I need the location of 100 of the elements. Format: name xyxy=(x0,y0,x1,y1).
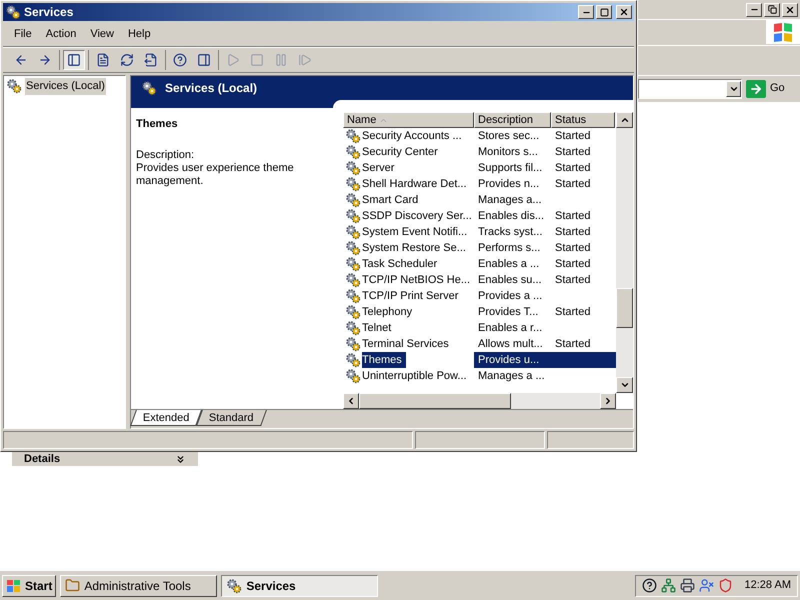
vertical-scrollbar[interactable] xyxy=(616,112,633,393)
table-cell-text: Started xyxy=(554,304,592,320)
table-cell-text: Terminal Services xyxy=(362,336,450,352)
table-cell-text: Provides T... xyxy=(477,304,540,320)
scroll-thumb[interactable] xyxy=(359,393,511,409)
menu-item[interactable]: View xyxy=(83,26,121,43)
table-cell-text: Started xyxy=(554,144,592,160)
start-button[interactable]: Start xyxy=(2,574,56,596)
table-cell-text: Started xyxy=(554,224,592,240)
panel-button[interactable] xyxy=(63,50,85,70)
dropdown-button[interactable] xyxy=(726,80,741,96)
help-icon xyxy=(173,53,187,67)
service-row[interactable]: Uninterruptible Pow... Manages a ... xyxy=(343,368,616,384)
table-cell-text: Tracks syst... xyxy=(477,224,544,240)
service-row[interactable]: SSDP Discovery Ser... Enables dis... Started xyxy=(343,208,616,224)
address-field[interactable] xyxy=(638,78,742,98)
column-header[interactable]: Description xyxy=(474,112,551,128)
restore-icon xyxy=(768,5,776,14)
table-cell-text: Enables dis... xyxy=(477,208,546,224)
table-cell-text: Started xyxy=(554,240,592,256)
gears-icon xyxy=(345,224,361,240)
table-cell-text: Security Center xyxy=(362,144,439,160)
gears-icon xyxy=(345,352,361,368)
menu-item[interactable]: Action xyxy=(38,26,84,43)
clock: 12:28 AM xyxy=(744,578,791,594)
play-icon xyxy=(226,53,240,67)
user-icon[interactable] xyxy=(698,578,714,593)
close-button[interactable] xyxy=(782,2,798,16)
service-row[interactable]: Telephony Provides T... Started xyxy=(343,304,616,320)
table-cell-text: Stores sec... xyxy=(477,128,540,144)
service-row[interactable]: Task Scheduler Enables a ... Started xyxy=(343,256,616,272)
minimize-button[interactable] xyxy=(746,2,762,16)
scroll-left-icon xyxy=(346,396,356,406)
printer-icon[interactable] xyxy=(680,578,695,593)
help-icon[interactable] xyxy=(642,578,657,593)
scroll-thumb[interactable] xyxy=(616,288,633,328)
table-cell-text: TCP/IP Print Server xyxy=(362,288,460,304)
service-row[interactable]: System Restore Se... Performs s... Started xyxy=(343,240,616,256)
taskbar-button[interactable]: Services xyxy=(221,574,378,596)
gears-icon xyxy=(345,160,361,176)
details-panel[interactable]: Details xyxy=(12,452,198,466)
gears-icon xyxy=(345,192,361,208)
close-icon xyxy=(619,7,629,17)
gears-icon xyxy=(345,368,361,384)
shield-icon[interactable] xyxy=(718,578,733,593)
services-icon xyxy=(5,4,21,20)
scroll-right-icon xyxy=(603,396,613,406)
table-cell-text: Started xyxy=(554,176,592,192)
service-row[interactable]: Smart Card Manages a... xyxy=(343,192,616,208)
table-cell-text: System Restore Se... xyxy=(362,240,467,256)
services-icon xyxy=(141,80,157,96)
close-icon xyxy=(785,4,795,14)
service-row[interactable]: Telnet Enables a r... xyxy=(343,320,616,336)
service-row[interactable]: System Event Notifi... Tracks syst... Started xyxy=(343,224,616,240)
service-row[interactable]: Server Supports fil... Started xyxy=(343,160,616,176)
table-cell-text: Uninterruptible Pow... xyxy=(362,368,468,384)
table-cell-text: Security Accounts ... xyxy=(362,128,463,144)
service-row[interactable]: Shell Hardware Det... Provides n... Started xyxy=(343,176,616,192)
table-cell-text: Enables a ... xyxy=(477,256,540,272)
maximize-button[interactable] xyxy=(596,5,612,19)
panel-title: Details xyxy=(24,453,60,465)
arrow-icon xyxy=(749,82,763,96)
document-icon xyxy=(96,53,110,67)
scroll-down-icon xyxy=(620,380,630,390)
stop-icon xyxy=(250,53,264,67)
menu-item[interactable]: File xyxy=(7,26,39,43)
gears-icon xyxy=(345,272,361,288)
table-cell: Themes xyxy=(362,352,406,368)
table-cell-text: Telephony xyxy=(362,304,414,320)
service-row[interactable]: Security Center Monitors s... Started xyxy=(343,144,616,160)
service-title: Themes xyxy=(136,117,179,132)
column-header[interactable]: Status xyxy=(551,112,615,128)
taskbar-button[interactable]: Administrative Tools xyxy=(60,574,218,596)
window-title: Services xyxy=(24,4,74,21)
minimize-button[interactable] xyxy=(578,5,594,19)
close-button[interactable] xyxy=(616,5,632,19)
folder-icon xyxy=(65,578,80,593)
table-cell-text: Enables su... xyxy=(477,272,543,288)
view-tab[interactable]: Extended xyxy=(130,410,202,426)
horizontal-scrollbar[interactable] xyxy=(343,393,616,409)
table-cell-text: Started xyxy=(554,208,592,224)
forward-icon xyxy=(38,53,52,67)
service-row[interactable]: TCP/IP Print Server Provides a ... xyxy=(343,288,616,304)
table-cell-text: Monitors s... xyxy=(477,144,539,160)
gears-icon xyxy=(226,578,242,594)
service-row[interactable]: TCP/IP NetBIOS He... Enables su... Started xyxy=(343,272,616,288)
column-header[interactable]: Name xyxy=(343,112,474,128)
table-cell-text: Provides n... xyxy=(477,176,540,192)
table-cell-text: Enables a r... xyxy=(477,320,544,336)
restore-button[interactable] xyxy=(764,2,780,16)
service-row[interactable]: Security Accounts ... Stores sec... Started xyxy=(343,128,616,144)
description-label: Description: xyxy=(136,148,196,162)
menu-item[interactable]: Help xyxy=(120,26,158,43)
resume-icon xyxy=(298,53,312,67)
view-tab[interactable]: Standard xyxy=(196,410,268,426)
service-row[interactable]: Terminal Services Allows mult... Started xyxy=(343,336,616,352)
description-text: Provides user experience theme management. xyxy=(136,162,295,188)
table-cell-text: Task Scheduler xyxy=(362,256,438,272)
gears-icon xyxy=(345,176,361,192)
table-cell-text: Started xyxy=(554,128,592,144)
